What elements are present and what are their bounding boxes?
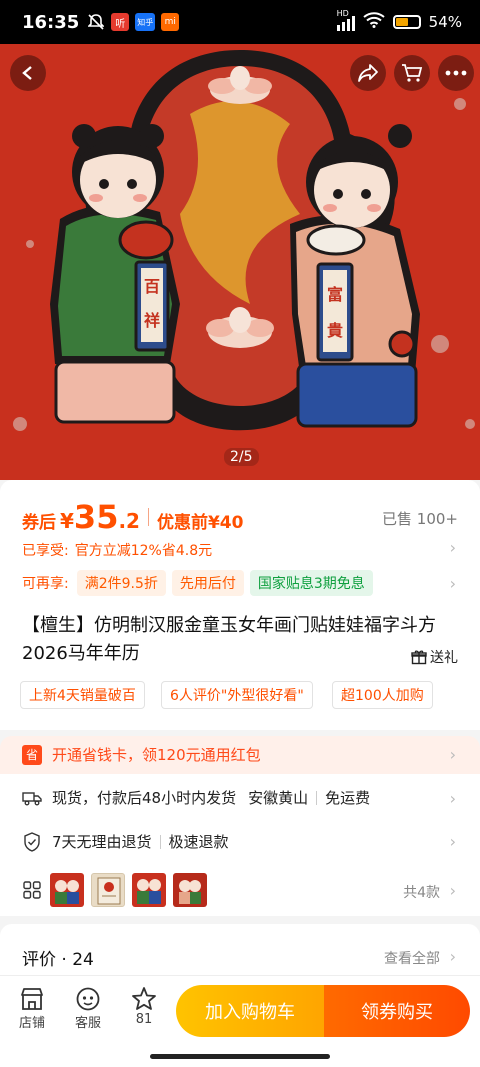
- shipping-origin: 安徽黄山: [248, 789, 309, 807]
- sold-count: 已售 100+: [382, 510, 458, 528]
- service-label: 客服: [74, 1016, 101, 1031]
- share-button[interactable]: [350, 55, 386, 91]
- view-all-reviews[interactable]: 查看全部: [384, 948, 440, 968]
- shipping-chevron-icon: ›: [449, 789, 456, 808]
- network-label: HD: [336, 9, 349, 18]
- customer-service-icon: [76, 987, 100, 1011]
- guarantee-chevron-icon: ›: [449, 832, 456, 851]
- variant-thumb-4[interactable]: [173, 873, 207, 907]
- status-bar: 16:35 听 知乎 mi HD 54%: [0, 0, 480, 44]
- grid-icon: [22, 880, 42, 900]
- star-icon: [132, 987, 156, 1010]
- status-time: 16:35: [22, 11, 80, 33]
- discount-text: 官方立减12%省4.8元: [74, 543, 213, 559]
- refund-policy: 极速退款: [168, 833, 229, 851]
- battery-icon: [392, 15, 421, 29]
- battery-percent: 54%: [428, 13, 462, 31]
- favorite-button[interactable]: 81: [122, 986, 166, 1027]
- guarantee-row[interactable]: 7天无理由退货 极速退款: [22, 831, 229, 852]
- buy-with-coupon-button[interactable]: 领券购买: [324, 985, 470, 1037]
- gift-label: 送礼: [430, 650, 458, 666]
- signal-icon: HD: [336, 9, 355, 31]
- cart-button[interactable]: [394, 55, 430, 91]
- shop-icon: [21, 988, 43, 1010]
- gift-button[interactable]: 送礼: [411, 647, 458, 667]
- shipping-fee: 免运费: [325, 789, 371, 807]
- back-button[interactable]: [10, 55, 46, 91]
- ting-app-icon: 听: [111, 13, 130, 31]
- price-row: 券后 ¥ 35 .2 优惠前¥40: [22, 498, 243, 536]
- shipping-row[interactable]: 现货，付款后48小时内发货 安徽黄山 免运费: [22, 787, 370, 808]
- battery-level: [395, 18, 408, 26]
- home-indicator: [150, 1054, 330, 1059]
- left-badge-char-2: 祥: [144, 311, 160, 330]
- shield-check-icon: [22, 831, 42, 852]
- favorite-count: 81: [135, 1012, 153, 1027]
- back-arrow-icon: [22, 66, 32, 80]
- promo-row[interactable]: 可再享: 满2件9.5折 先用后付 国家贴息3期免息: [22, 570, 379, 596]
- shipping-divider: [316, 790, 318, 805]
- shop-label: 店铺: [18, 1016, 45, 1031]
- more-button[interactable]: [438, 55, 474, 91]
- wifi-icon: [363, 12, 385, 32]
- image-pager: 2/5: [224, 448, 259, 466]
- right-badge-char-1: 富: [327, 285, 343, 304]
- promo-tag-installment: 国家贴息3期免息: [249, 570, 373, 596]
- highlight-chip-cart[interactable]: 超100人加购: [332, 681, 433, 709]
- savings-badge-icon: 省: [22, 744, 42, 765]
- variant-thumb-2[interactable]: [91, 873, 125, 907]
- product-title: 【檀生】仿明制汉服金童玉女年画门贴娃娃福字斗方2026马年年历: [22, 615, 436, 664]
- price-currency: ¥: [60, 509, 74, 533]
- savings-row: 省 开通省钱卡，领120元通用红包: [22, 744, 261, 765]
- reviews-chevron-icon: ›: [449, 947, 456, 966]
- zhihu-app-icon: 知乎: [135, 13, 156, 31]
- promo-tag-paylater: 先用后付: [171, 570, 244, 596]
- price-label: 券后: [22, 513, 56, 533]
- add-to-cart-button[interactable]: 加入购物车: [176, 985, 324, 1037]
- guarantee-divider: [159, 834, 161, 849]
- left-badge-char-1: 百: [144, 277, 160, 296]
- more-dots-icon: [445, 70, 467, 76]
- share-icon: [358, 64, 378, 82]
- shipping-text: 现货，付款后48小时内发货: [52, 789, 237, 807]
- price-decimal: .2: [118, 509, 140, 533]
- discount-label: 已享受:: [22, 543, 69, 559]
- product-image-carousel[interactable]: 百 祥 富 貴: [0, 44, 480, 480]
- variant-thumb-3[interactable]: [132, 873, 166, 907]
- product-page: 16:35 听 知乎 mi HD 54% 百 祥 富 貴 2/5 券后 ¥ 35…: [0, 0, 480, 1067]
- reviews-title: 评价 · 24: [22, 950, 94, 970]
- discount-row[interactable]: 已享受: 官方立减12%省4.8元: [22, 540, 212, 560]
- mute-bell-icon: [87, 13, 105, 31]
- variant-thumb-1[interactable]: [50, 873, 84, 907]
- promo-label: 可再享:: [22, 576, 69, 592]
- highlight-chip-sales[interactable]: 上新4天销量破百: [20, 681, 145, 709]
- price-integer: 35: [73, 498, 119, 536]
- promo-chevron-icon: ›: [449, 574, 456, 593]
- variants-chevron-icon: ›: [449, 881, 456, 900]
- gift-icon: [411, 650, 427, 665]
- truck-icon: [22, 788, 42, 808]
- service-button[interactable]: 客服: [66, 986, 110, 1031]
- discount-chevron-icon: ›: [449, 538, 456, 557]
- right-badge-char-2: 貴: [327, 321, 343, 340]
- return-policy: 7天无理由退货: [52, 833, 152, 851]
- variants-icon-wrap: [22, 880, 52, 900]
- cart-icon: [402, 64, 423, 82]
- savings-text: 开通省钱卡，领120元通用红包: [52, 746, 261, 764]
- pre-discount-price: 优惠前¥40: [156, 513, 244, 533]
- highlight-chip-reviews[interactable]: 6人评价"外型很好看": [161, 681, 313, 709]
- mi-app-icon: mi: [161, 13, 180, 31]
- product-image: 百 祥 富 貴: [0, 44, 480, 480]
- variant-count[interactable]: 共4款: [403, 882, 440, 902]
- savings-chevron-icon: ›: [449, 745, 456, 764]
- shop-button[interactable]: 店铺: [10, 986, 54, 1031]
- promo-tag-bundle: 满2件9.5折: [76, 570, 166, 596]
- price-divider: [147, 508, 149, 526]
